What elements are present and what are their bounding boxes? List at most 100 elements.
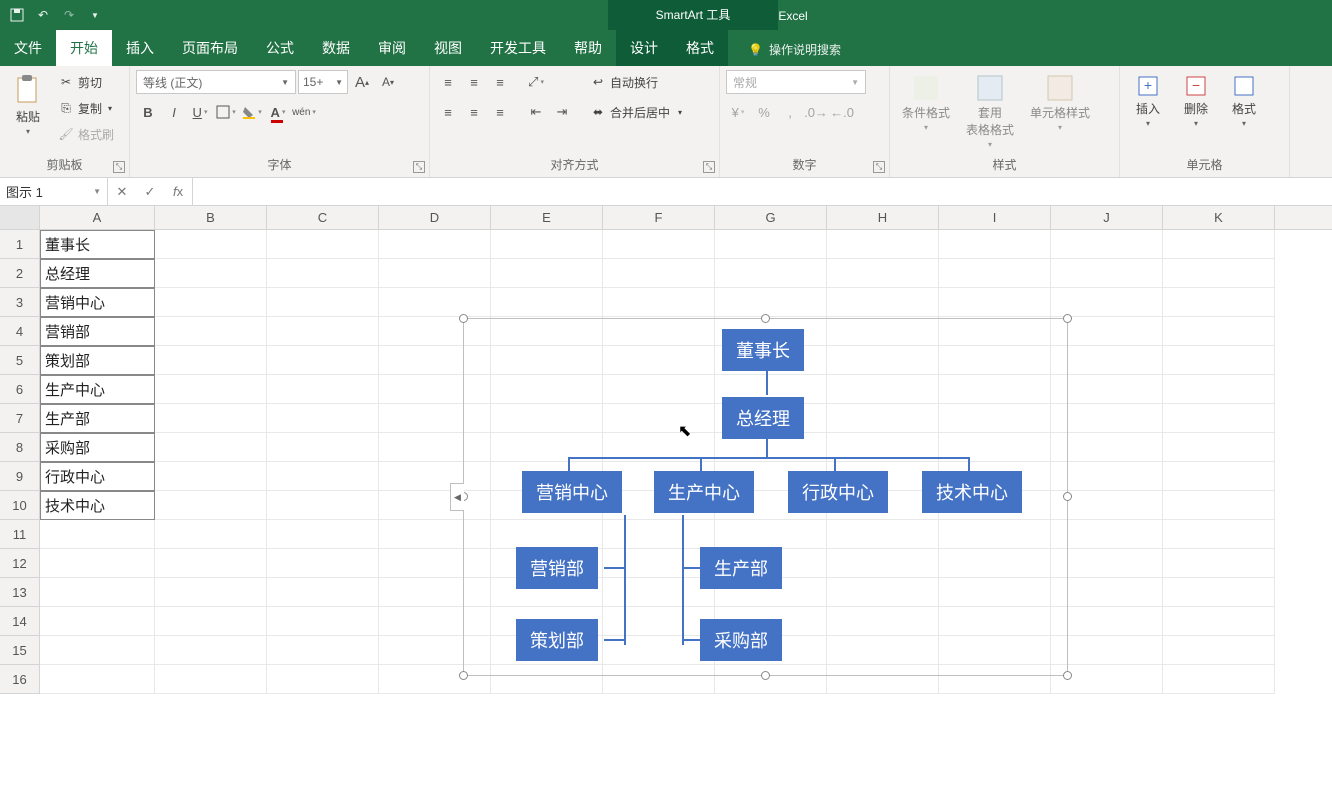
cell[interactable] bbox=[155, 433, 267, 462]
underline-button[interactable]: U▾ bbox=[188, 100, 212, 124]
qat-dropdown-icon[interactable]: ▼ bbox=[86, 6, 104, 24]
cell[interactable] bbox=[491, 230, 603, 259]
phonetic-button[interactable]: wén▾ bbox=[292, 100, 316, 124]
cell[interactable] bbox=[40, 636, 155, 665]
cell[interactable] bbox=[491, 288, 603, 317]
row-header[interactable]: 9 bbox=[0, 462, 40, 491]
percent-button[interactable]: % bbox=[752, 100, 776, 124]
align-top-button[interactable]: ≡ bbox=[436, 70, 460, 94]
column-header[interactable]: G bbox=[715, 206, 827, 229]
cell[interactable] bbox=[40, 607, 155, 636]
cell[interactable] bbox=[1163, 404, 1275, 433]
cell[interactable] bbox=[379, 288, 491, 317]
row-header[interactable]: 15 bbox=[0, 636, 40, 665]
cell[interactable] bbox=[1163, 259, 1275, 288]
cell[interactable] bbox=[603, 259, 715, 288]
org-node[interactable]: 总经理 bbox=[722, 397, 804, 439]
cell[interactable] bbox=[1163, 230, 1275, 259]
cell[interactable] bbox=[939, 288, 1051, 317]
worksheet-grid[interactable]: ABCDEFGHIJK 1董事长2总经理3营销中心4营销部5策划部6生产中心7生… bbox=[0, 206, 1332, 800]
column-header[interactable]: H bbox=[827, 206, 939, 229]
cell[interactable]: 采购部 bbox=[40, 433, 155, 462]
conditional-format-button[interactable]: 条件格式 bbox=[896, 70, 956, 136]
delete-cells-button[interactable]: −删除 bbox=[1174, 70, 1218, 132]
row-header[interactable]: 12 bbox=[0, 549, 40, 578]
cell[interactable] bbox=[155, 520, 267, 549]
cell[interactable] bbox=[155, 404, 267, 433]
column-header[interactable]: C bbox=[267, 206, 379, 229]
tell-me[interactable]: 💡 操作说明搜索 bbox=[748, 33, 841, 66]
row-header[interactable]: 13 bbox=[0, 578, 40, 607]
cell[interactable]: 营销中心 bbox=[40, 288, 155, 317]
tab-file[interactable]: 文件 bbox=[0, 30, 56, 66]
resize-handle-mr[interactable] bbox=[1063, 492, 1072, 501]
tab-review[interactable]: 审阅 bbox=[364, 30, 420, 66]
cell[interactable] bbox=[827, 259, 939, 288]
currency-button[interactable]: ¥▾ bbox=[726, 100, 750, 124]
cell[interactable] bbox=[1163, 288, 1275, 317]
cell[interactable] bbox=[379, 230, 491, 259]
row-header[interactable]: 10 bbox=[0, 491, 40, 520]
fx-button[interactable]: fx bbox=[164, 184, 192, 199]
cell[interactable]: 生产部 bbox=[40, 404, 155, 433]
cell[interactable] bbox=[267, 578, 379, 607]
italic-button[interactable]: I bbox=[162, 100, 186, 124]
text-pane-toggle[interactable]: ◀ bbox=[450, 483, 464, 511]
cell[interactable] bbox=[267, 462, 379, 491]
column-header[interactable]: J bbox=[1051, 206, 1163, 229]
cell[interactable] bbox=[939, 259, 1051, 288]
tab-design[interactable]: 设计 bbox=[616, 30, 672, 66]
cell[interactable] bbox=[40, 549, 155, 578]
cell[interactable] bbox=[267, 288, 379, 317]
insert-cells-button[interactable]: +插入 bbox=[1126, 70, 1170, 132]
tab-insert[interactable]: 插入 bbox=[112, 30, 168, 66]
cell[interactable] bbox=[1051, 230, 1163, 259]
cell[interactable] bbox=[1163, 578, 1275, 607]
org-node[interactable]: 营销中心 bbox=[522, 471, 622, 513]
resize-handle-br[interactable] bbox=[1063, 671, 1072, 680]
save-icon[interactable] bbox=[8, 6, 26, 24]
org-node[interactable]: 营销部 bbox=[516, 547, 598, 589]
column-header[interactable]: A bbox=[40, 206, 155, 229]
cell[interactable]: 策划部 bbox=[40, 346, 155, 375]
cell[interactable] bbox=[267, 230, 379, 259]
indent-decrease-button[interactable]: ⇤ bbox=[524, 100, 548, 124]
tab-data[interactable]: 数据 bbox=[308, 30, 364, 66]
cell[interactable] bbox=[267, 259, 379, 288]
tab-home[interactable]: 开始 bbox=[56, 30, 112, 66]
resize-handle-bl[interactable] bbox=[459, 671, 468, 680]
row-header[interactable]: 8 bbox=[0, 433, 40, 462]
align-middle-button[interactable]: ≡ bbox=[462, 70, 486, 94]
column-header[interactable]: E bbox=[491, 206, 603, 229]
align-bottom-button[interactable]: ≡ bbox=[488, 70, 512, 94]
cell[interactable] bbox=[715, 259, 827, 288]
cell[interactable] bbox=[1163, 491, 1275, 520]
column-header[interactable]: K bbox=[1163, 206, 1275, 229]
row-header[interactable]: 2 bbox=[0, 259, 40, 288]
cell[interactable] bbox=[267, 404, 379, 433]
tab-pagelayout[interactable]: 页面布局 bbox=[168, 30, 252, 66]
number-launcher[interactable]: ⤡ bbox=[873, 161, 885, 173]
org-node[interactable]: 董事长 bbox=[722, 329, 804, 371]
cell[interactable] bbox=[40, 520, 155, 549]
border-button[interactable]: ▾ bbox=[214, 100, 238, 124]
cell[interactable] bbox=[155, 636, 267, 665]
cell[interactable]: 董事长 bbox=[40, 230, 155, 259]
cell[interactable] bbox=[155, 259, 267, 288]
cell[interactable] bbox=[1163, 462, 1275, 491]
fill-color-button[interactable]: ▾ bbox=[240, 100, 264, 124]
cell[interactable] bbox=[379, 259, 491, 288]
clipboard-launcher[interactable]: ⤡ bbox=[113, 161, 125, 173]
cell[interactable] bbox=[155, 462, 267, 491]
row-header[interactable]: 14 bbox=[0, 607, 40, 636]
cell[interactable]: 总经理 bbox=[40, 259, 155, 288]
cell[interactable] bbox=[267, 549, 379, 578]
cell[interactable] bbox=[715, 288, 827, 317]
column-header[interactable]: B bbox=[155, 206, 267, 229]
decrease-decimal-button[interactable]: ←.0 bbox=[830, 100, 854, 124]
align-left-button[interactable]: ≡ bbox=[436, 100, 460, 124]
org-node[interactable]: 生产中心 bbox=[654, 471, 754, 513]
cell-styles-button[interactable]: 单元格样式 bbox=[1024, 70, 1096, 136]
cell[interactable] bbox=[267, 433, 379, 462]
cell[interactable] bbox=[155, 346, 267, 375]
